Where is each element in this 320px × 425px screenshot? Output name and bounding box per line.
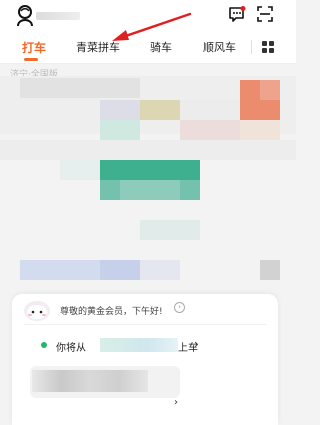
tab-hitch[interactable]: 顺风车 (203, 39, 236, 55)
grid-icon[interactable] (262, 41, 274, 53)
service-tabs: 打车 青菜拼车 骑车 顺风车 (0, 30, 296, 64)
username-mask (36, 12, 80, 20)
top-bar (0, 0, 296, 30)
tab-bike[interactable]: 骑车 (150, 39, 172, 55)
scan-icon[interactable] (257, 6, 273, 22)
notification-badge (240, 6, 246, 11)
pickup-dot (41, 342, 47, 348)
map-view[interactable]: 济宁·全国版 (0, 64, 296, 300)
user-avatar-icon[interactable] (16, 5, 34, 27)
member-greeting: 尊敬的黄金会员，下午好! (60, 307, 163, 317)
tab-taxi[interactable]: 打车 (22, 39, 46, 56)
card-divider (24, 324, 266, 325)
pickup-location-mask[interactable] (100, 338, 178, 352)
destination-chevron-icon[interactable]: › (174, 397, 178, 408)
active-tab-indicator (24, 58, 38, 61)
destination-mask (32, 370, 148, 392)
arrow-right-icon[interactable]: › (174, 302, 185, 313)
tab-carpool[interactable]: 青菜拼车 (76, 39, 120, 55)
mascot-icon (24, 301, 50, 321)
pickup-chevron-icon[interactable]: › (194, 337, 199, 351)
booking-card: 尊敬的黄金会员，下午好! › 你将从 上车 › › (12, 294, 278, 425)
pickup-prefix: 你将从 (56, 343, 86, 354)
message-icon[interactable] (228, 6, 246, 23)
tab-divider (251, 40, 252, 54)
